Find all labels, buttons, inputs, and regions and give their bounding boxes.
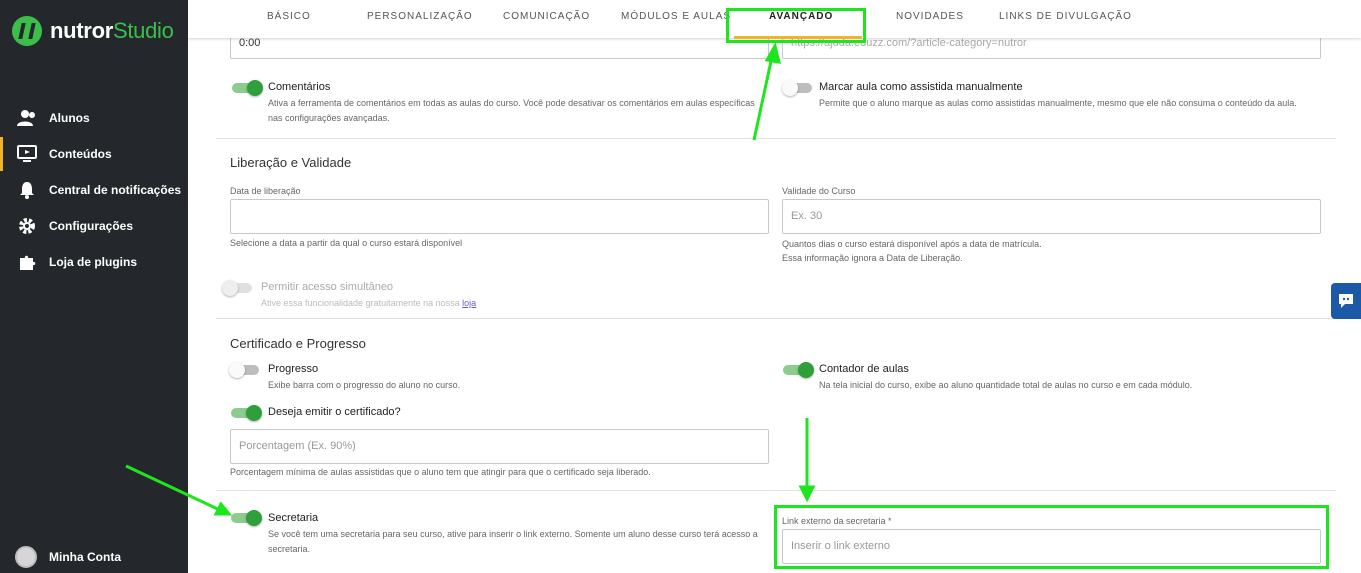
emit-certificate-title: Deseja emitir o certificado? — [268, 406, 401, 418]
lesson-counter-desc: Na tela inicial do curso, exibe ao aluno… — [819, 380, 1193, 390]
simultaneous-access-desc: Ative essa funcionalidade gratuitamente … — [261, 296, 476, 311]
comments-toggle[interactable] — [232, 80, 263, 96]
secretary-title: Secretaria — [268, 512, 319, 524]
secretary-toggle[interactable] — [231, 510, 262, 526]
simultaneous-access-toggle — [222, 280, 254, 296]
tab-comunicacao[interactable]: COMUNICAÇÃO — [503, 11, 590, 22]
mark-watched-title: Marcar aula como assistida manualmente — [819, 81, 1023, 93]
logo-mark-icon — [12, 16, 42, 46]
toggle-knob — [229, 362, 245, 378]
mark-watched-desc: Permite que o aluno marque as aulas como… — [819, 98, 1297, 108]
sidebar-item-loja[interactable]: Loja de plugins — [0, 245, 188, 279]
gear-icon — [17, 216, 37, 236]
secretary-desc: Se você tem uma secretaria para seu curs… — [268, 529, 758, 554]
tab-modulos-e-aulas[interactable]: MÓDULOS E AULAS — [621, 11, 731, 22]
toggle-knob — [246, 405, 262, 421]
account-menu[interactable]: Minha Conta — [15, 546, 121, 568]
bell-icon — [17, 180, 37, 200]
tab-basico[interactable]: BÁSICO — [267, 11, 311, 22]
chat-icon — [1339, 294, 1353, 308]
validity-help-2: Essa informação ignora a Data de Liberaç… — [782, 253, 963, 263]
lesson-counter-title: Contador de aulas — [819, 363, 909, 375]
validity-label: Validade do Curso — [782, 186, 856, 196]
monitor-icon — [17, 144, 37, 164]
emit-certificate-toggle[interactable] — [231, 405, 262, 421]
app-root: nutrorStudio Alunos Conteúdos Central de… — [0, 0, 1361, 573]
sidebar-item-configuracoes[interactable]: Configurações — [0, 209, 188, 243]
sidebar-item-label: Loja de plugins — [49, 255, 138, 269]
annotation-highlight-tab — [726, 8, 866, 43]
sidebar-item-label: Central de notificações — [49, 183, 182, 197]
brand-name: nutrorStudio — [50, 18, 174, 43]
comments-title: Comentários — [268, 81, 331, 93]
store-link[interactable]: loja — [462, 298, 476, 308]
toggle-knob — [247, 80, 263, 96]
sidebar: nutrorStudio Alunos Conteúdos Central de… — [0, 0, 188, 573]
percent-help: Porcentagem mínima de aulas assistidas q… — [230, 467, 651, 477]
certificate-section-title: Certificado e Progresso — [230, 336, 366, 351]
section-divider — [216, 138, 1336, 139]
chat-widget-button[interactable] — [1331, 283, 1361, 319]
logo[interactable]: nutrorStudio — [12, 16, 174, 46]
avatar — [15, 546, 37, 568]
toggle-knob — [798, 362, 814, 378]
progress-toggle[interactable] — [229, 362, 261, 378]
release-date-label: Data de liberação — [230, 186, 301, 196]
section-divider — [216, 318, 1336, 319]
progress-desc: Exibe barra com o progresso do aluno no … — [268, 380, 461, 390]
tab-links-de-divulgacao[interactable]: LINKS DE DIVULGAÇÃO — [999, 11, 1132, 22]
sidebar-item-alunos[interactable]: Alunos — [0, 101, 188, 135]
account-label: Minha Conta — [49, 550, 121, 564]
mark-watched-toggle[interactable] — [782, 80, 814, 96]
sidebar-item-label: Configurações — [49, 219, 134, 233]
validity-input[interactable]: Ex. 30 — [782, 199, 1321, 234]
puzzle-icon — [17, 252, 37, 272]
section-divider — [216, 490, 1336, 491]
release-date-input[interactable] — [230, 199, 769, 234]
users-icon — [17, 108, 37, 128]
toggle-knob — [782, 80, 798, 96]
simultaneous-access-title: Permitir acesso simultâneo — [261, 281, 394, 293]
percent-input[interactable]: Porcentagem (Ex. 90%) — [230, 429, 769, 464]
validity-help-1: Quantos dias o curso estará disponível a… — [782, 239, 1042, 249]
tab-personalizacao[interactable]: PERSONALIZAÇÃO — [367, 11, 473, 22]
sidebar-item-label: Conteúdos — [49, 147, 112, 161]
toggle-knob — [246, 510, 262, 526]
release-date-help: Selecione a data a partir da qual o curs… — [230, 238, 463, 248]
lesson-counter-toggle[interactable] — [783, 362, 814, 378]
comments-desc: Ativa a ferramenta de comentários em tod… — [268, 98, 755, 123]
toggle-knob — [222, 280, 238, 296]
release-section-title: Liberação e Validade — [230, 155, 352, 170]
progress-title: Progresso — [268, 363, 319, 375]
annotation-highlight-secretary-link — [774, 505, 1329, 569]
sidebar-item-label: Alunos — [49, 111, 90, 125]
sidebar-item-conteudos[interactable]: Conteúdos — [0, 137, 188, 171]
tab-novidades[interactable]: NOVIDADES — [896, 11, 964, 22]
simultaneous-desc-text: Ative essa funcionalidade gratuitamente … — [261, 298, 460, 308]
sidebar-item-notificacoes[interactable]: Central de notificações — [0, 173, 188, 207]
